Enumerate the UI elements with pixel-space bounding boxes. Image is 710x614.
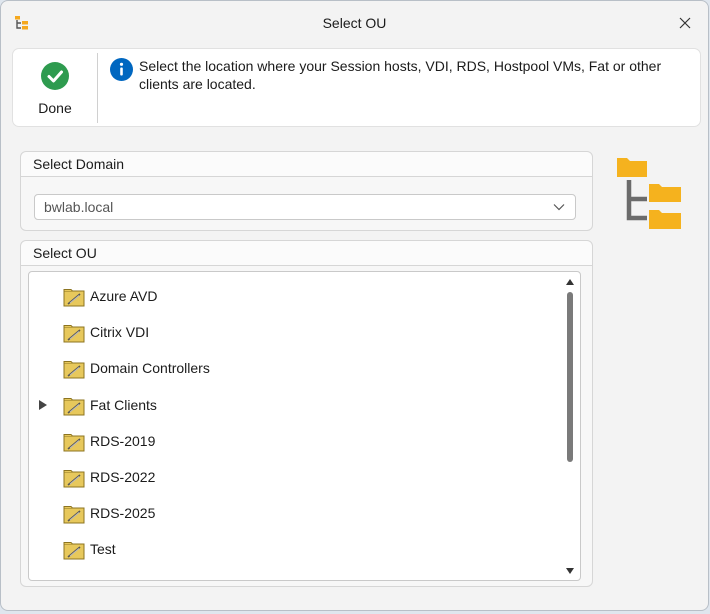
select-ou-group: Select OU Azure AVD Citrix VDI Domain Cont… [20, 240, 593, 587]
ou-folder-icon [63, 542, 85, 560]
select-ou-dialog: Select OU Done Select the location where… [0, 0, 709, 611]
window-title: Select OU [322, 15, 387, 31]
title-bar: Select OU [1, 1, 708, 45]
ou-folder-icon [63, 433, 85, 452]
tree-item[interactable]: RDS-2019 [29, 426, 559, 462]
tree-item-label: RDS-2022 [90, 469, 156, 485]
tree-item[interactable]: RDS-2025 [29, 498, 559, 534]
tree-item-label: RDS-2025 [90, 505, 156, 522]
info-message: Select the location where your Session h… [139, 58, 662, 92]
select-ou-header: Select OU [21, 241, 592, 266]
ou-folder-icon [63, 397, 85, 416]
select-domain-header: Select Domain [21, 152, 592, 177]
select-domain-group: Select Domain bwlab.local [20, 151, 593, 231]
tree-item-label: Domain Controllers [90, 360, 210, 377]
ou-folder-icon [63, 470, 85, 488]
tree-item[interactable]: Azure AVD [29, 281, 559, 317]
expand-arrow-icon[interactable] [39, 399, 47, 410]
tree-scrollbar[interactable] [560, 272, 580, 580]
info-icon [110, 58, 133, 81]
ou-folder-icon [63, 325, 85, 343]
ou-folder-icon [63, 289, 85, 307]
done-button[interactable]: Done [13, 49, 97, 126]
close-icon [679, 17, 691, 29]
banner-divider [97, 53, 98, 123]
tree-item[interactable]: Fat Clients [29, 390, 559, 426]
tree-item-label: Citrix VDI [90, 324, 150, 341]
tree-item-label: RDS-2019 [90, 432, 156, 449]
scroll-thumb[interactable] [567, 292, 573, 462]
close-button[interactable] [662, 1, 708, 45]
ou-tree-logo-icon [617, 158, 681, 229]
tree-item-label: Azure AVD [90, 288, 158, 304]
tree-item[interactable]: Citrix VDI [29, 317, 559, 353]
domain-selected-value: bwlab.local [44, 199, 114, 215]
ou-folder-icon [63, 506, 85, 524]
tree-item-label: Test [90, 541, 116, 558]
checkmark-circle-icon [41, 62, 69, 90]
scroll-up-arrow-icon[interactable] [566, 279, 574, 285]
scroll-down-arrow-icon[interactable] [566, 568, 574, 574]
tree-item[interactable]: Domain Controllers [29, 353, 559, 389]
tree-item[interactable]: RDS-2022 [29, 462, 559, 498]
tree-item-label: Fat Clients [90, 396, 157, 413]
ou-folder-icon [63, 361, 85, 379]
ou-tree[interactable]: Azure AVD Citrix VDI Domain Controllers Fat… [28, 271, 581, 581]
done-label: Done [38, 100, 72, 116]
info-banner: Done Select the location where your Sess… [12, 48, 701, 127]
domain-dropdown[interactable]: bwlab.local [34, 194, 576, 220]
tree-item[interactable]: Test [29, 534, 559, 570]
chevron-down-icon [553, 204, 565, 211]
